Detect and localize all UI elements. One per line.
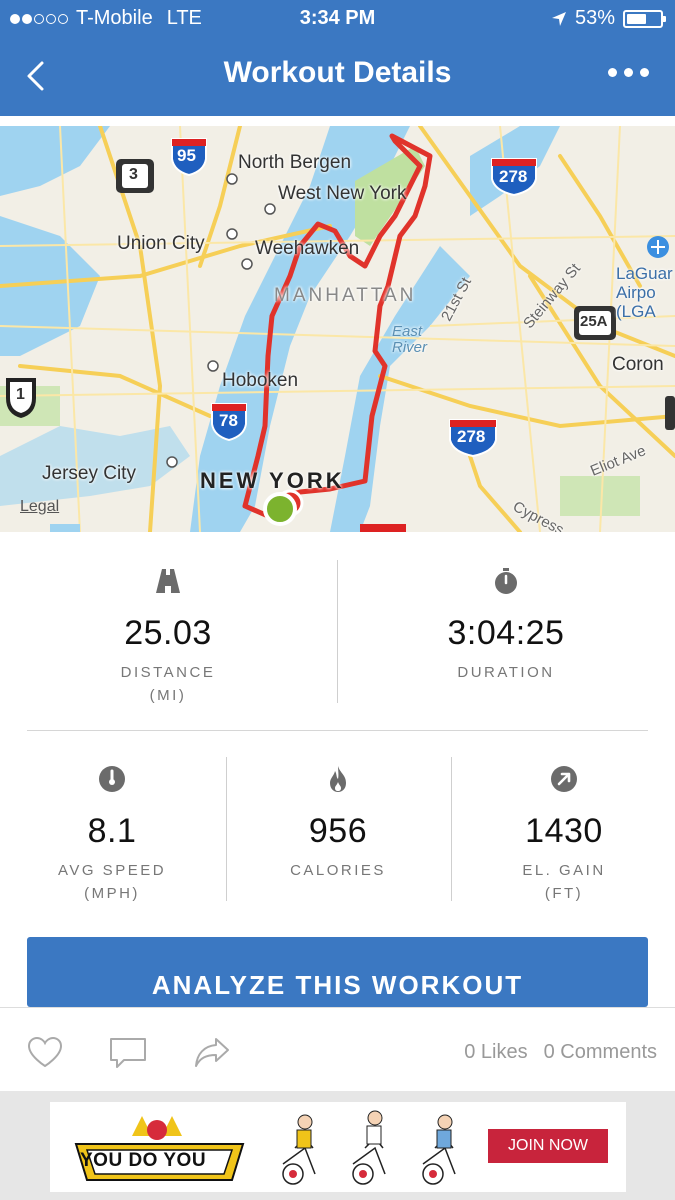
stat-avg-speed: 8.1 AVG SPEED (MPH): [12, 765, 212, 905]
label-jersey-city: Jersey City: [42, 463, 136, 484]
stat-divider: [451, 757, 452, 901]
label-new-york: NEW YORK: [200, 468, 345, 493]
join-now-button[interactable]: JOIN NOW: [488, 1129, 608, 1163]
arrow-up-right-icon: [551, 766, 577, 792]
flame-icon: [330, 766, 346, 792]
comments-count[interactable]: 0 Comments: [544, 1041, 657, 1064]
battery-percent: 53%: [574, 7, 615, 29]
label-hoboken: Hoboken: [222, 370, 299, 391]
label-union-city: Union City: [117, 233, 205, 254]
shield-route-3: 3: [129, 166, 138, 183]
location-arrow-icon: [551, 11, 566, 26]
more-dots-icon: [608, 68, 617, 77]
shield-i95: 95: [177, 146, 196, 165]
status-right: 53%: [551, 7, 666, 30]
calories-label: CALORIES: [290, 862, 386, 879]
heart-icon[interactable]: [26, 1036, 64, 1068]
label-east-river: East River: [392, 323, 428, 356]
road-icon: [156, 569, 180, 593]
speedometer-icon: [99, 766, 125, 792]
stat-divider: [337, 560, 338, 703]
label-north-bergen: North Bergen: [238, 152, 352, 173]
distance-unit: (MI): [149, 687, 187, 704]
ad-logo-icon: [74, 1116, 245, 1181]
shield-i278-north: 278: [499, 167, 528, 186]
ad-banner-area: YOU DO YOU JOIN NOW: [0, 1091, 675, 1200]
elevation-value: 1430: [525, 812, 603, 850]
cyclists-illustration-icon: [282, 1110, 456, 1185]
avg-speed-unit: (MPH): [84, 885, 140, 902]
avg-speed-value: 8.1: [87, 812, 137, 850]
page-title: Workout Details: [223, 56, 452, 89]
stat-divider: [226, 757, 227, 901]
distance-value: 25.03: [124, 614, 212, 652]
battery-icon: [623, 9, 666, 28]
stat-elevation: 1430 EL. GAIN (FT): [464, 765, 664, 905]
shield-i278-south: 278: [457, 427, 486, 446]
more-button[interactable]: [608, 68, 649, 77]
shield-route-1: 1: [16, 386, 25, 403]
stat-duration: 3:04:25 DURATION: [376, 567, 636, 684]
label-weehawken: Weehawken: [255, 238, 360, 259]
route-map[interactable]: 95 278 278 78 3 1 25A North Bergen West …: [0, 126, 675, 532]
stopwatch-icon: [495, 568, 517, 594]
ad-logo-text: YOU DO YOU: [80, 1150, 207, 1171]
shield-route-25a: 25A: [580, 313, 608, 330]
likes-count[interactable]: 0 Likes: [464, 1041, 527, 1064]
label-west-new-york: West New York: [278, 183, 407, 204]
distance-label: DISTANCE: [120, 664, 216, 681]
stats-row-divider: [27, 730, 648, 731]
stat-distance: 25.03 DISTANCE (MI): [38, 567, 298, 707]
shield-i78: 78: [219, 411, 238, 430]
duration-value: 3:04:25: [447, 614, 565, 652]
stat-calories: 956 CALORIES: [238, 765, 438, 882]
avg-speed-label: AVG SPEED: [57, 862, 167, 879]
analyze-workout-button[interactable]: ANALYZE THIS WORKOUT: [27, 937, 648, 1007]
duration-label: DURATION: [457, 664, 555, 681]
start-marker: [263, 492, 297, 526]
elevation-unit: (FT): [544, 885, 584, 902]
label-manhattan: MANHATTAN: [274, 285, 417, 306]
header-bar: Workout Details: [0, 38, 675, 116]
legal-link[interactable]: Legal: [20, 498, 59, 516]
ad-banner[interactable]: YOU DO YOU JOIN NOW: [50, 1102, 626, 1192]
status-bar: T-Mobile LTE 3:34 PM 53%: [0, 0, 675, 38]
elevation-label: EL. GAIN: [522, 862, 606, 879]
share-icon[interactable]: [192, 1036, 232, 1070]
social-bar: 0 Likes 0 Comments: [0, 1007, 675, 1092]
label-laguardia: LaGuar Airpo (LGA: [616, 264, 673, 321]
social-counts: 0 Likes 0 Comments: [464, 1041, 657, 1064]
comment-icon[interactable]: [108, 1036, 148, 1070]
label-corona: Coron: [612, 354, 664, 375]
calories-value: 956: [308, 812, 368, 850]
